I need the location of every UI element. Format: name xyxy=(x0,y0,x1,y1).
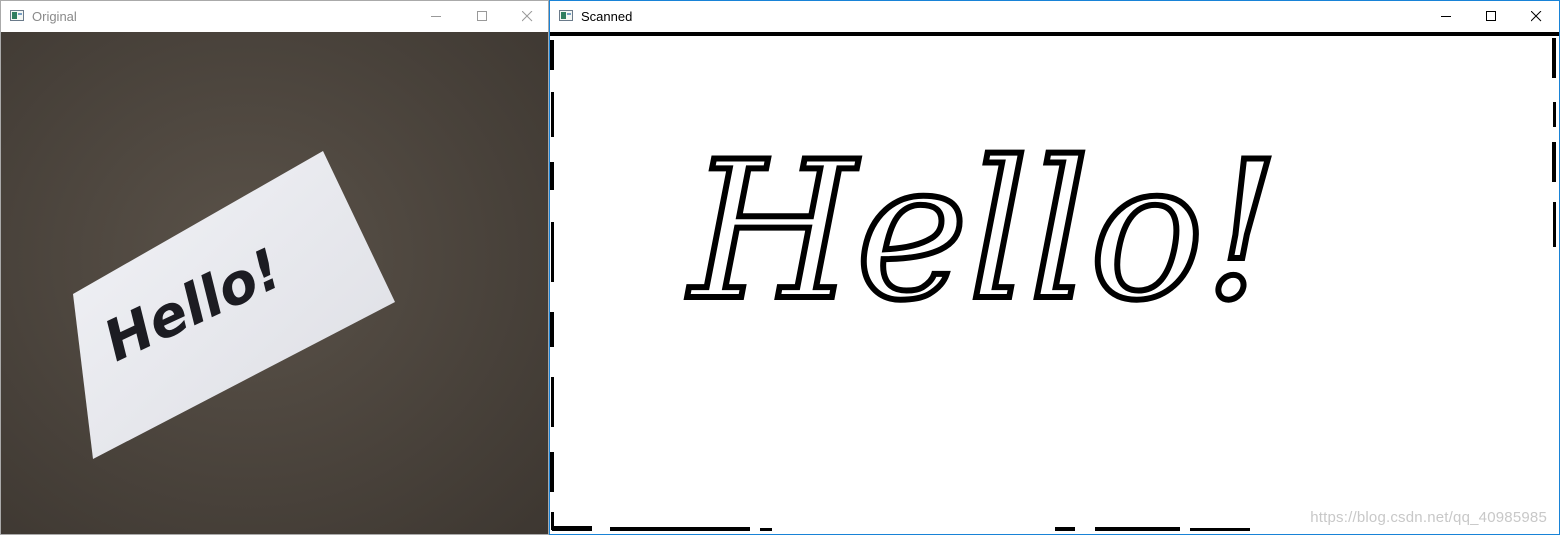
scan-bottom-border xyxy=(552,526,1250,531)
window-title: Scanned xyxy=(581,9,633,24)
close-icon xyxy=(1531,11,1542,22)
maximize-button[interactable] xyxy=(459,1,505,32)
app-window-icon xyxy=(10,10,24,21)
maximize-icon xyxy=(1486,11,1496,21)
minimize-button[interactable] xyxy=(1423,1,1469,32)
scanned-window[interactable]: Scanned Hello! https://blog.csdn.net/qq_… xyxy=(549,0,1560,535)
minimize-icon xyxy=(1441,16,1451,17)
scanned-text: Hello! xyxy=(687,121,1280,342)
scanned-image: Hello! https://blog.csdn.net/qq_40985985 xyxy=(550,32,1559,534)
minimize-button[interactable] xyxy=(413,1,459,32)
window-title: Original xyxy=(32,9,77,24)
original-titlebar[interactable]: Original xyxy=(1,1,548,32)
original-image: Hello! xyxy=(1,32,548,534)
maximize-button[interactable] xyxy=(1468,1,1514,32)
photo-canvas: Hello! xyxy=(1,32,548,534)
watermark: https://blog.csdn.net/qq_40985985 xyxy=(1310,509,1547,526)
maximize-icon xyxy=(477,11,487,21)
scan-left-border xyxy=(550,40,554,530)
scan-canvas: Hello! xyxy=(550,32,1559,531)
scan-right-border xyxy=(1508,32,1556,247)
close-button[interactable] xyxy=(1513,1,1559,32)
scanned-titlebar[interactable]: Scanned xyxy=(550,1,1559,32)
close-button[interactable] xyxy=(504,1,548,32)
scan-top-border xyxy=(550,32,1559,36)
original-window[interactable]: Original Hello! xyxy=(0,0,549,535)
minimize-icon xyxy=(431,16,441,17)
close-icon xyxy=(522,11,533,22)
app-window-icon xyxy=(559,10,573,21)
